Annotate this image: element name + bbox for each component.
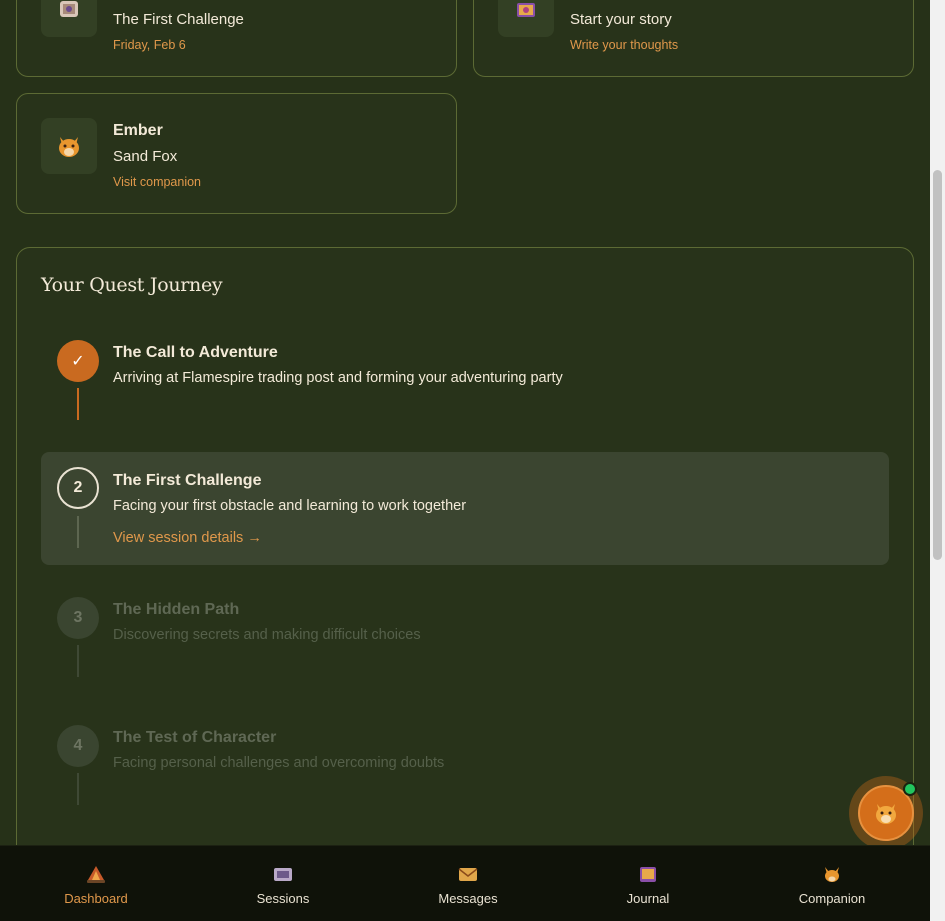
step-connector xyxy=(77,516,79,548)
campfire-icon xyxy=(87,865,105,883)
session-icon-box xyxy=(41,0,97,37)
nav-label: Companion xyxy=(798,890,866,906)
fox-icon xyxy=(876,804,896,824)
journey-step-2[interactable]: 2 The First Challenge Facing your first … xyxy=(41,452,889,565)
companion-icon-box xyxy=(41,118,97,174)
envelope-icon xyxy=(458,867,478,881)
book-icon xyxy=(640,866,656,882)
nav-item-companion[interactable]: Companion xyxy=(752,846,912,921)
dashboard-viewport: The First Challenge Friday, Feb 6 Start … xyxy=(0,0,930,921)
step-number-badge: 4 xyxy=(57,725,99,767)
journey-step-1: ✓ The Call to Adventure Arriving at Flam… xyxy=(41,324,889,420)
step-connector xyxy=(77,645,79,677)
session-card-date: Friday, Feb 6 xyxy=(113,38,186,52)
journal-icon-box xyxy=(498,0,554,37)
view-session-details-link[interactable]: View session details → xyxy=(113,530,262,546)
nav-label: Journal xyxy=(626,890,670,906)
page-scrollbar[interactable] xyxy=(930,0,945,921)
companion-chat-button[interactable] xyxy=(849,776,923,850)
step-title: The Hidden Path xyxy=(113,601,240,618)
fox-icon xyxy=(825,866,839,882)
step-title: The Call to Adventure xyxy=(113,344,278,361)
journey-step-3: 3 The Hidden Path Discovering secrets an… xyxy=(41,581,889,677)
step-number-badge: 2 xyxy=(57,467,99,509)
journey-step-4: 4 The Test of Character Facing personal … xyxy=(41,709,889,805)
nav-item-journal[interactable]: Journal xyxy=(568,846,728,921)
nav-item-dashboard[interactable]: Dashboard xyxy=(16,846,176,921)
step-number-badge: 3 xyxy=(57,597,99,639)
session-card-title: The First Challenge xyxy=(113,11,244,28)
companion-card[interactable]: Ember Sand Fox Visit companion xyxy=(16,93,457,214)
nav-label: Messages xyxy=(438,890,498,906)
quest-journey-heading: Your Quest Journey xyxy=(41,274,223,296)
step-description: Discovering secrets and making difficult… xyxy=(113,627,421,643)
step-description: Arriving at Flamespire trading post and … xyxy=(113,370,563,386)
visit-companion-link[interactable]: Visit companion xyxy=(113,175,201,189)
companion-name: Ember xyxy=(113,122,163,139)
bottom-navigation: Dashboard Sessions Messages Journal Comp… xyxy=(0,845,930,921)
fox-icon xyxy=(59,137,79,157)
step-description: Facing your first obstacle and learning … xyxy=(113,498,467,514)
nav-label: Dashboard xyxy=(64,890,128,906)
online-status-dot xyxy=(903,782,917,796)
next-session-card[interactable]: The First Challenge Friday, Feb 6 xyxy=(16,0,457,77)
nav-item-messages[interactable]: Messages xyxy=(388,846,548,921)
scroll-icon xyxy=(274,867,292,881)
journal-card-subtitle: Write your thoughts xyxy=(570,38,679,52)
quest-journey-panel: Your Quest Journey ✓ The Call to Adventu… xyxy=(16,247,914,921)
scroll-icon xyxy=(60,1,78,17)
book-icon xyxy=(517,3,535,17)
companion-species: Sand Fox xyxy=(113,148,178,165)
step-connector xyxy=(77,773,79,805)
step-completed-check-icon: ✓ xyxy=(57,340,99,382)
step-title: The Test of Character xyxy=(113,729,277,746)
journal-card-title: Start your story xyxy=(570,11,672,28)
step-title: The First Challenge xyxy=(113,472,262,489)
nav-label: Sessions xyxy=(256,890,310,906)
scrollbar-thumb[interactable] xyxy=(933,170,942,560)
step-description: Facing personal challenges and overcomin… xyxy=(113,755,445,771)
step-connector xyxy=(77,388,79,420)
journal-card[interactable]: Start your story Write your thoughts xyxy=(473,0,914,77)
nav-item-sessions[interactable]: Sessions xyxy=(203,846,363,921)
